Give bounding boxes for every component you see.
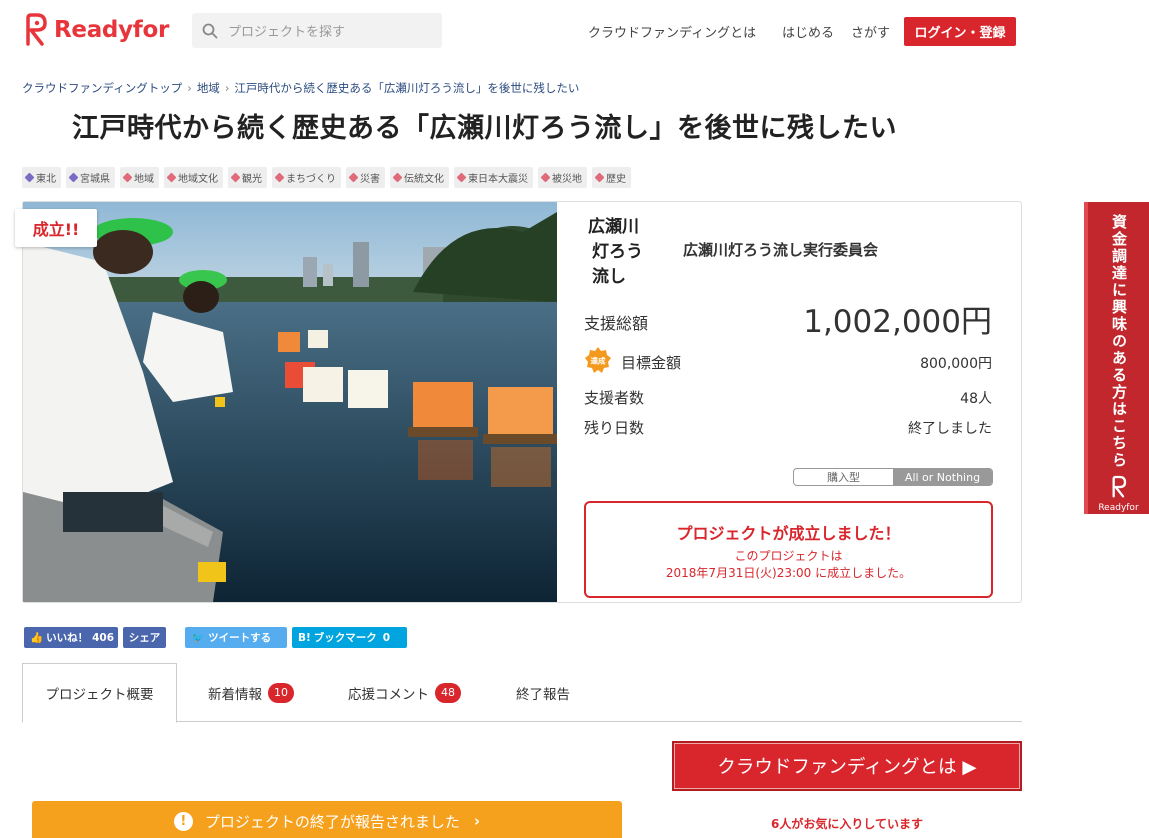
bookmark-count: 0 [382,631,391,644]
tab-overview[interactable]: プロジェクト概要 [22,663,177,723]
page-title: 江戸時代から続く歴史ある「広瀬川灯ろう流し」を後世に残したい [72,113,897,144]
tag-icon [348,172,359,183]
tab-final-report[interactable]: 終了報告 [516,663,570,722]
tag-icon [456,172,467,183]
comments-count: 48 [435,682,461,703]
lantern-river-image [23,202,557,602]
tag[interactable]: 地域 [120,167,159,188]
project-type-indicator: 購入型 All or Nothing [793,468,993,486]
breadcrumb-current: 江戸時代から続く歴史ある「広瀬川灯ろう流し」を後世に残したい [234,81,580,95]
nav-what-is-crowdfunding[interactable]: クラウドファンディングとは [588,22,756,41]
search-icon [202,23,218,38]
search-placeholder: プロジェクトを探す [228,25,346,40]
tab-comments[interactable]: 応援コメント 48 [348,663,461,722]
tag-icon [166,172,177,183]
supporters-value: 48人 [960,391,992,407]
readyfor-logo-icon [26,13,47,46]
breadcrumb: クラウドファンディングトップ › 地域 › 江戸時代から続く歴史ある「広瀬川灯ろう流し」… [22,81,580,95]
tag[interactable]: 伝統文化 [390,167,449,188]
tag-icon [274,172,285,183]
tag-list: 東北 宮城県 地域 地域文化 観光 まちづくり 災害 伝統文化 東日本大震災 被… [22,167,631,188]
organizer-name[interactable]: 広瀬川灯ろう流し実行委員会 [683,239,878,260]
search-input[interactable]: プロジェクトを探す [192,13,442,48]
organizer-logo-image: 広瀬川 灯ろう 流し [584,210,660,287]
project-photo[interactable] [23,202,557,602]
tag[interactable]: 宮城県 [66,167,115,188]
chevron-right-icon: › [473,812,481,830]
org-logo-line-2: 灯ろう [592,242,643,262]
like-count: 406 [92,631,114,644]
tag-icon [392,172,403,183]
success-line-1: このプロジェクトは [734,549,843,563]
type-purchase: 購入型 [827,471,860,484]
twitter-icon: 🐦 [191,632,205,644]
tag-icon [24,172,35,183]
remaining-label: 残り日数 [584,419,645,437]
fundraising-side-banner[interactable]: 資金調達に興味のある方はこちら Readyfor [1084,202,1149,514]
supporters-label: 支援者数 [584,389,645,407]
success-line-2: 2018年7月31日(火)23:00 に成立しました。 [665,566,912,580]
success-notice: プロジェクトが成立しました！ このプロジェクトは 2018年7月31日(火)23… [584,501,993,598]
remaining-value: 終了しました [908,421,992,437]
tag-icon [68,172,79,183]
tag[interactable]: 災害 [346,167,385,188]
tag[interactable]: 被災地 [538,167,587,188]
tag[interactable]: 地域文化 [164,167,223,188]
logo-text: Readyfor [54,17,170,43]
tag-icon [594,172,605,183]
success-title: プロジェクトが成立しました！ [676,524,901,543]
project-tabs: プロジェクト概要 新着情報 10 応援コメント 48 終了報告 [22,663,1022,723]
tag-icon [122,172,133,183]
updates-count: 10 [268,682,294,703]
type-all-or-nothing: All or Nothing [893,469,992,485]
facebook-like-button[interactable]: 👍 いいね！ 406 [24,627,118,648]
hatena-icon: B! [298,631,311,644]
tab-updates[interactable]: 新着情報 10 [208,663,294,722]
project-ended-report-bar[interactable]: ! プロジェクトの終了が報告されました › [32,801,622,838]
side-banner-logo-text: Readyfor [1098,503,1139,513]
nav-search[interactable]: さがす [851,22,890,41]
tag[interactable]: 歴史 [592,167,631,188]
tag[interactable]: 東日本大震災 [454,167,533,188]
tag-icon [230,172,241,183]
readyfor-small-logo-icon [1112,475,1126,498]
nav-start[interactable]: はじめる [782,22,834,41]
svg-text:達成: 達成 [591,356,606,366]
status-badge: 成立!! [15,209,97,247]
total-label: 支援総額 [584,314,649,333]
org-logo-line-3: 流し [592,266,626,286]
site-header: Readyfor プロジェクトを探す クラウドファンディングとは はじめる さが… [0,0,1149,62]
breadcrumb-top[interactable]: クラウドファンディングトップ [22,81,182,95]
total-amount: 1,002,000円 [803,304,992,340]
readyfor-logo[interactable]: Readyfor [22,10,169,50]
tweet-button[interactable]: 🐦 ツイートする [185,627,287,648]
hatena-bookmark-button[interactable]: B! ブックマーク 0 [292,627,407,648]
organizer-logo[interactable]: 広瀬川 灯ろう 流し [584,210,660,287]
breadcrumb-region[interactable]: 地域 [197,81,220,95]
tag[interactable]: まちづくり [272,167,341,188]
favorites-count: 6人がお気に入りしています [771,817,923,831]
login-register-button[interactable]: ログイン・登録 [904,17,1016,46]
side-banner-text: 資金調達に興味のある方はこちら [1110,214,1128,469]
facebook-share-button[interactable]: シェア [123,627,166,648]
achieved-badge-icon: 達成 [585,347,611,373]
tag[interactable]: 東北 [22,167,61,188]
what-is-crowdfunding-button[interactable]: クラウドファンディングとは ▶ [672,741,1022,791]
goal-label: 目標金額 [621,354,682,372]
goal-value: 800,000円 [920,356,992,372]
tag-icon [540,172,551,183]
org-logo-line-1: 広瀬川 [588,216,639,237]
tag[interactable]: 観光 [228,167,267,188]
thumbs-up-icon: 👍 [30,632,44,644]
exclamation-icon: ! [173,811,193,831]
